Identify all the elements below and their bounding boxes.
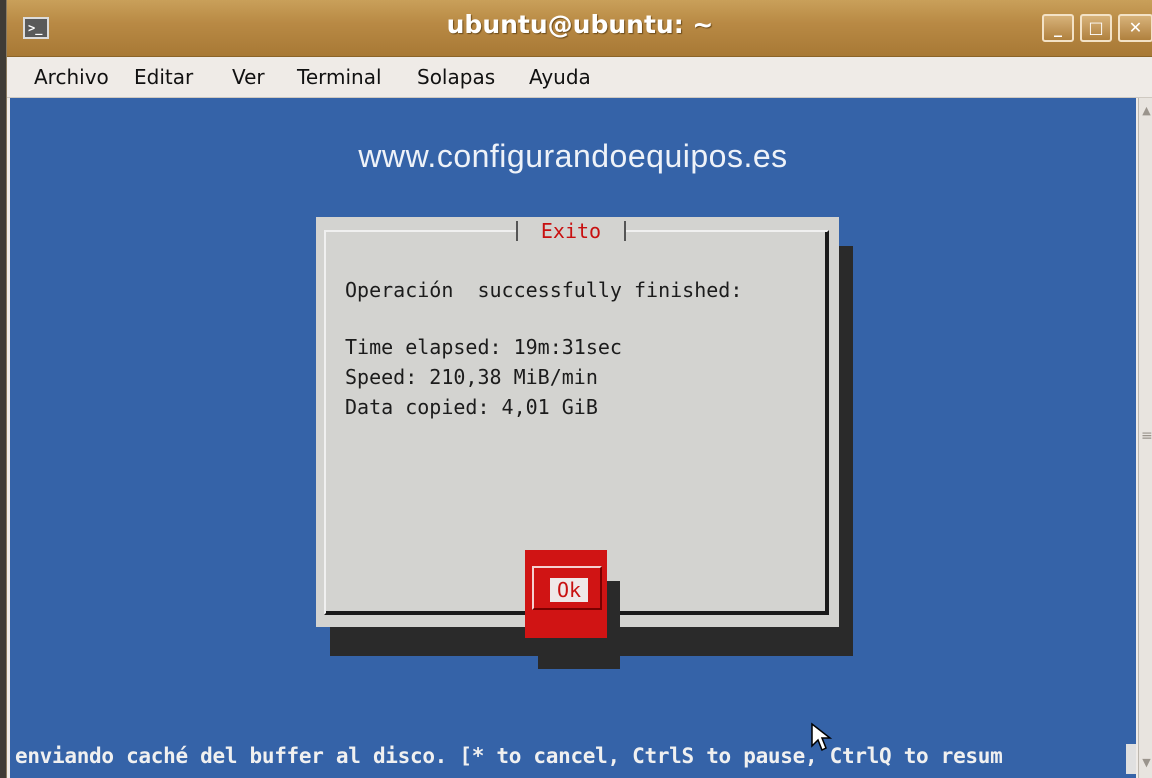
time-elapsed-text: Time elapsed: 19m:31sec <box>345 335 622 359</box>
menu-editar[interactable]: Editar <box>134 65 193 89</box>
terminal-area[interactable]: www.configurandoequipos.es Exito Operaci… <box>10 98 1136 778</box>
site-banner: www.configurandoequipos.es <box>358 138 788 174</box>
status-line: enviando caché del buffer al disco. [* t… <box>15 744 1003 768</box>
close-button[interactable]: ✕ <box>1118 14 1152 42</box>
dialog-title: Exito <box>516 219 626 243</box>
dialog-message: Operación successfully finished: <box>345 278 743 302</box>
scroll-grip-icon[interactable]: ≡ <box>1141 428 1152 444</box>
ok-button[interactable]: Ok <box>525 550 607 638</box>
close-icon: ✕ <box>1128 18 1143 37</box>
minimize-button[interactable]: _ <box>1042 14 1074 42</box>
menu-ver[interactable]: Ver <box>232 65 265 89</box>
scroll-down-icon[interactable]: ▼ <box>1140 756 1152 772</box>
vertical-scrollbar[interactable]: ▲ ≡ ▼ <box>1138 98 1152 778</box>
menu-solapas[interactable]: Solapas <box>417 65 495 89</box>
minimize-icon: _ <box>1054 18 1062 37</box>
terminal-cursor <box>1126 744 1136 774</box>
success-dialog: Exito Operación successfully finished: T… <box>316 217 839 669</box>
menu-ayuda[interactable]: Ayuda <box>529 65 591 89</box>
ok-button-frame: Ok <box>532 566 602 610</box>
speed-text: Speed: 210,38 MiB/min <box>345 365 598 389</box>
ok-button-label: Ok <box>550 578 588 602</box>
scroll-up-icon[interactable]: ▲ <box>1140 104 1152 120</box>
window-title: ubuntu@ubuntu: ~ <box>446 10 714 39</box>
menu-bar: Archivo Editar Ver Terminal Solapas Ayud… <box>7 57 1152 98</box>
maximize-button[interactable]: □ <box>1080 14 1112 42</box>
mouse-pointer-icon <box>811 722 833 752</box>
menu-terminal[interactable]: Terminal <box>297 65 382 89</box>
title-bar[interactable]: >_ ubuntu@ubuntu: ~ _ □ ✕ <box>7 0 1152 57</box>
maximize-icon: □ <box>1088 18 1104 37</box>
menu-archivo[interactable]: Archivo <box>34 65 109 89</box>
terminal-window: >_ ubuntu@ubuntu: ~ _ □ ✕ Archivo Editar… <box>6 0 1152 778</box>
data-copied-text: Data copied: 4,01 GiB <box>345 395 598 419</box>
